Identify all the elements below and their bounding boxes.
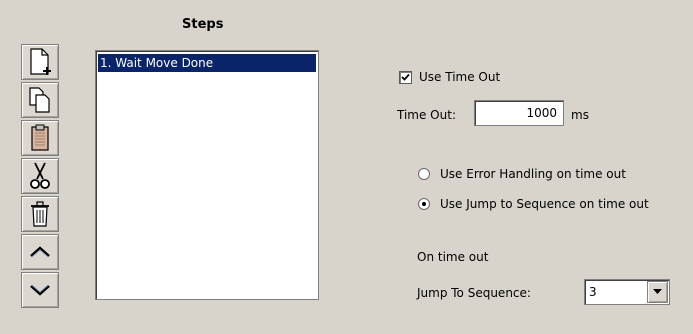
- radio-selected-dot: [422, 202, 426, 206]
- error-handling-option[interactable]: Use Error Handling on time out: [418, 167, 626, 181]
- move-up-button[interactable]: [21, 234, 59, 270]
- steps-title: Steps: [182, 17, 224, 32]
- use-timeout-option[interactable]: Use Time Out: [399, 70, 500, 84]
- scissors-icon: [30, 162, 50, 189]
- steps-list[interactable]: 1. Wait Move Done: [95, 50, 319, 300]
- dropdown-button[interactable]: [647, 281, 668, 303]
- jump-sequence-option[interactable]: Use Jump to Sequence on time out: [418, 197, 649, 211]
- paste-button[interactable]: [21, 120, 59, 156]
- jump-sequence-value: 3: [589, 285, 597, 299]
- jump-sequence-radio[interactable]: [418, 198, 430, 210]
- jump-to-sequence-label: Jump To Sequence:: [417, 286, 531, 300]
- jump-sequence-label: Use Jump to Sequence on time out: [440, 197, 649, 211]
- new-step-icon: [30, 48, 51, 75]
- trash-icon: [31, 201, 49, 227]
- steps-toolbar: [21, 44, 65, 310]
- delete-button[interactable]: [21, 196, 59, 232]
- paste-icon: [31, 124, 49, 151]
- new-step-button[interactable]: [21, 44, 59, 80]
- timeout-unit-label: ms: [571, 108, 589, 122]
- timeout-label: Time Out:: [397, 108, 456, 122]
- list-item[interactable]: 1. Wait Move Done: [98, 54, 316, 72]
- dropdown-arrow-icon: [653, 289, 662, 294]
- use-timeout-checkbox[interactable]: [399, 70, 412, 84]
- error-handling-radio[interactable]: [418, 168, 430, 180]
- chevron-up-icon: [30, 246, 50, 258]
- timeout-input[interactable]: 1000: [474, 100, 564, 126]
- on-timeout-heading: On time out: [417, 250, 489, 264]
- move-down-button[interactable]: [21, 272, 59, 308]
- cut-button[interactable]: [21, 158, 59, 194]
- copy-button[interactable]: [21, 82, 59, 118]
- jump-sequence-select[interactable]: 3: [584, 279, 670, 305]
- checkmark-icon: [401, 73, 410, 81]
- chevron-down-icon: [30, 284, 50, 296]
- use-timeout-label: Use Time Out: [419, 70, 501, 84]
- copy-icon: [29, 87, 50, 113]
- error-handling-label: Use Error Handling on time out: [440, 167, 626, 181]
